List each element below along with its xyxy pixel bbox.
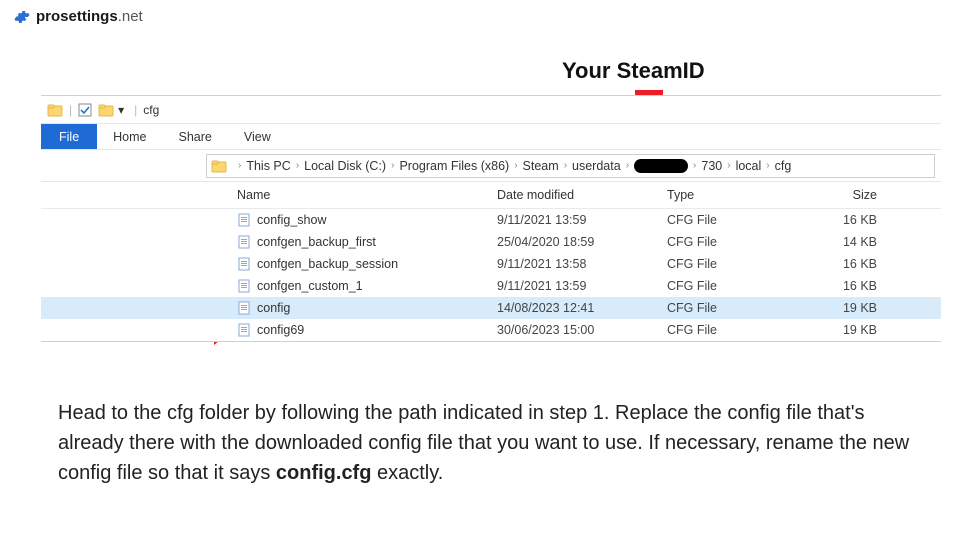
file-name: confgen_backup_first xyxy=(257,235,376,249)
path-seg-redacted[interactable] xyxy=(634,159,688,173)
file-size: 19 KB xyxy=(797,301,877,315)
file-icon xyxy=(237,213,251,227)
checkbox-icon xyxy=(78,103,92,117)
file-row[interactable]: config69 30/06/2023 15:00CFG File19 KB xyxy=(41,319,941,341)
forward-icon: → xyxy=(65,158,79,174)
folder-icon xyxy=(47,102,63,118)
path-seg[interactable]: Local Disk (C:) xyxy=(304,159,386,173)
file-icon xyxy=(237,301,251,315)
file-row[interactable]: confgen_custom_1 9/11/2021 13:59CFG File1… xyxy=(41,275,941,297)
col-date[interactable]: Date modified xyxy=(497,188,667,202)
col-type[interactable]: Type xyxy=(667,188,797,202)
file-row[interactable]: confgen_backup_first 25/04/2020 18:59CFG … xyxy=(41,231,941,253)
menu-home[interactable]: Home xyxy=(97,124,162,149)
file-icon xyxy=(237,257,251,271)
file-date: 25/04/2020 18:59 xyxy=(497,235,667,249)
col-size[interactable]: Size xyxy=(797,188,877,202)
gear-icon xyxy=(14,9,30,25)
steamid-label: Your SteamID xyxy=(562,58,705,84)
file-size: 16 KB xyxy=(797,257,877,271)
file-icon xyxy=(237,323,251,337)
menubar: File Home Share View xyxy=(41,124,941,150)
path-seg[interactable]: Program Files (x86) xyxy=(399,159,509,173)
path-seg[interactable]: 730 xyxy=(701,159,722,173)
file-type: CFG File xyxy=(667,279,797,293)
file-name: config69 xyxy=(257,323,304,337)
window-title: cfg xyxy=(143,103,159,117)
columns-header[interactable]: Name Date modified Type Size xyxy=(41,182,941,209)
file-size: 16 KB xyxy=(797,279,877,293)
file-icon xyxy=(237,279,251,293)
file-list: config_show9/11/2021 13:59CFG File16 KBc… xyxy=(41,209,941,341)
menu-share[interactable]: Share xyxy=(163,124,228,149)
file-date: 9/11/2021 13:59 xyxy=(497,213,667,227)
file-row[interactable]: confgen_backup_session 9/11/2021 13:58CFG… xyxy=(41,253,941,275)
file-type: CFG File xyxy=(667,323,797,337)
up-icon: ↑ xyxy=(83,158,90,174)
site-name: prosettings.net xyxy=(36,8,143,25)
file-type: CFG File xyxy=(667,257,797,271)
menu-file[interactable]: File xyxy=(41,124,97,149)
file-size: 14 KB xyxy=(797,235,877,249)
back-icon: ← xyxy=(47,158,61,174)
instruction-text: Head to the cfg folder by following the … xyxy=(58,398,930,488)
path-seg[interactable]: userdata xyxy=(572,159,621,173)
path-seg[interactable]: local xyxy=(736,159,762,173)
explorer-window: | ▾ | cfg File Home Share View ← → ↑ › T… xyxy=(41,95,941,342)
file-row[interactable]: config_show 9/11/2021 13:59CFG File16 KB xyxy=(41,209,941,231)
file-size: 16 KB xyxy=(797,213,877,227)
menu-view[interactable]: View xyxy=(228,124,287,149)
site-header: prosettings.net xyxy=(0,0,970,33)
file-date: 9/11/2021 13:59 xyxy=(497,279,667,293)
file-name: config xyxy=(257,301,290,315)
file-size: 19 KB xyxy=(797,323,877,337)
file-date: 14/08/2023 12:41 xyxy=(497,301,667,315)
path-seg[interactable]: Steam xyxy=(523,159,559,173)
file-type: CFG File xyxy=(667,213,797,227)
file-date: 9/11/2021 13:58 xyxy=(497,257,667,271)
path-seg[interactable]: This PC xyxy=(246,159,290,173)
path-seg[interactable]: cfg xyxy=(775,159,792,173)
file-name: config_show xyxy=(257,213,327,227)
col-name[interactable]: Name xyxy=(237,188,497,202)
file-row[interactable]: config 14/08/2023 12:41CFG File19 KB xyxy=(41,297,941,319)
file-name: confgen_custom_1 xyxy=(257,279,363,293)
file-icon xyxy=(237,235,251,249)
path-breadcrumb[interactable]: › This PC› Local Disk (C:)› Program File… xyxy=(206,154,935,178)
addressbar: ← → ↑ › This PC› Local Disk (C:)› Progra… xyxy=(41,150,941,182)
folder-icon xyxy=(98,102,114,118)
file-type: CFG File xyxy=(667,301,797,315)
file-type: CFG File xyxy=(667,235,797,249)
file-name: confgen_backup_session xyxy=(257,257,398,271)
file-date: 30/06/2023 15:00 xyxy=(497,323,667,337)
titlebar[interactable]: | ▾ | cfg xyxy=(41,96,941,124)
folder-icon xyxy=(211,158,227,174)
